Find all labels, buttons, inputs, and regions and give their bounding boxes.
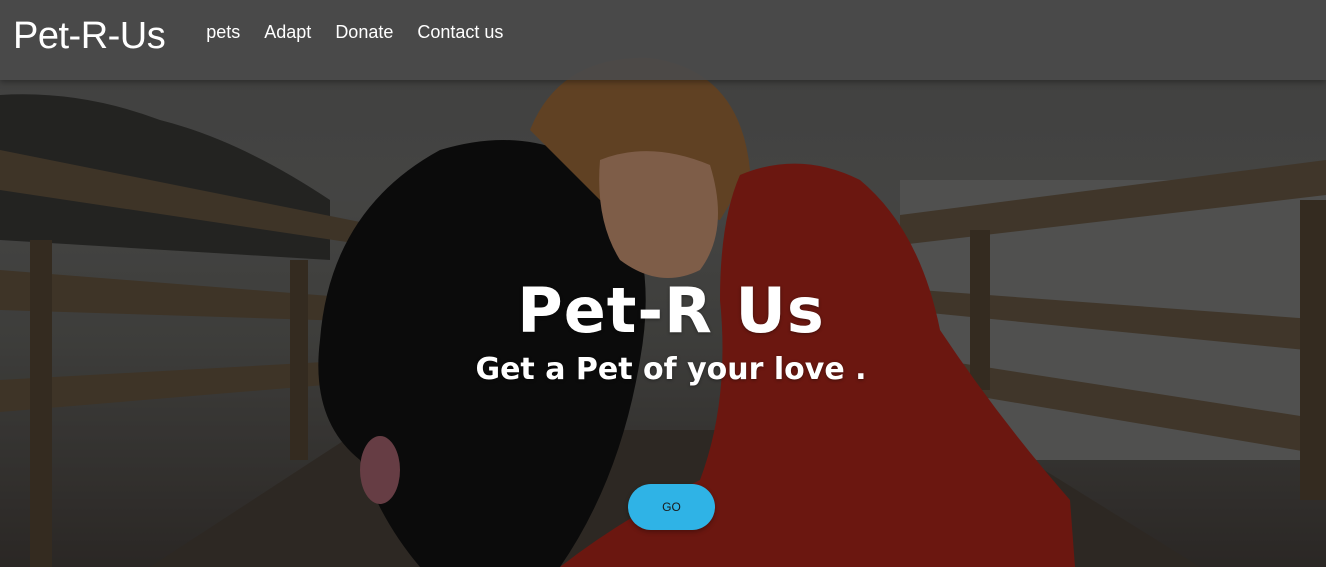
nav-links: pets Adapt Donate Contact us [206, 22, 527, 43]
hero-subtitle: Get a Pet of your love . [475, 352, 867, 387]
brand-logo[interactable]: Pet-R-Us [13, 15, 166, 58]
hero-title: Pet-R Us [517, 274, 825, 347]
nav-link-pets[interactable]: pets [206, 22, 240, 43]
nav-link-donate[interactable]: Donate [335, 22, 393, 43]
top-navbar: Pet-R-Us pets Adapt Donate Contact us [0, 0, 1326, 80]
nav-link-adapt[interactable]: Adapt [264, 22, 311, 43]
nav-link-contact-us[interactable]: Contact us [417, 22, 503, 43]
go-button[interactable]: GO [628, 484, 715, 530]
